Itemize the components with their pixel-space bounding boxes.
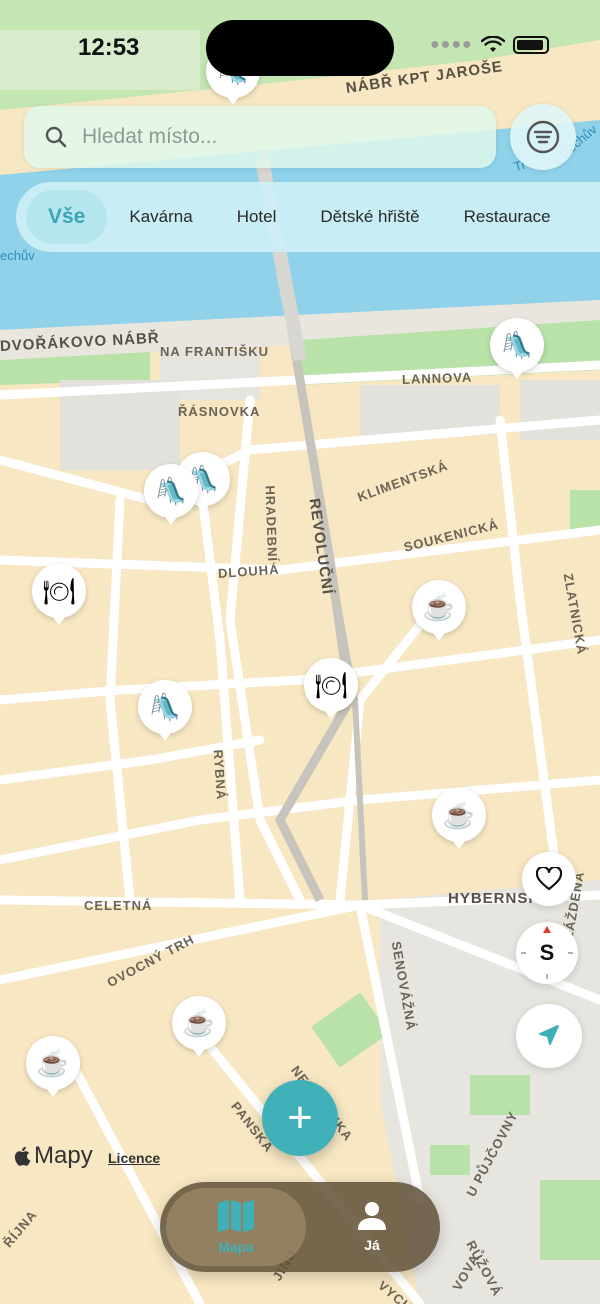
maps-attribution: Mapy [14, 1142, 93, 1170]
map-icon [218, 1200, 254, 1232]
battery-icon [512, 36, 549, 54]
plus-icon: + [287, 1093, 313, 1142]
tab-bar: Mapa Já [160, 1182, 440, 1272]
cafe-pin[interactable]: ☕ [432, 788, 486, 849]
search-icon [45, 126, 67, 148]
street-label: NA FRANTIŠKU [160, 344, 270, 359]
cafe-pin[interactable]: ☕ [26, 1036, 80, 1097]
favorites-button[interactable] [522, 852, 576, 906]
location-arrow-icon [539, 1025, 559, 1045]
heart-icon [536, 867, 562, 891]
filter-icon [526, 120, 560, 154]
search-input[interactable]: Hledat místo... [82, 125, 217, 149]
cafe-pin[interactable]: ☕ [172, 996, 226, 1057]
compass-icon [521, 926, 573, 979]
category-chip-cafe[interactable]: Kavárna [107, 190, 214, 244]
cafe-pin[interactable]: ☕ [412, 580, 466, 641]
apple-logo-icon [14, 1146, 31, 1166]
tab-map[interactable]: Mapa [166, 1188, 306, 1266]
add-place-button[interactable]: + [262, 1080, 338, 1156]
licence-link[interactable]: Licence [108, 1150, 160, 1166]
restaurant-pin[interactable]: 🍽 [32, 564, 86, 625]
compass-button[interactable]: S [516, 922, 578, 984]
status-icons: ●●●● [430, 36, 549, 54]
water-label: echův [0, 248, 35, 263]
street-label: CELETNÁ [84, 898, 153, 913]
street-label: LANNOVA [401, 369, 473, 387]
restaurant-pin[interactable]: 🍽 [304, 658, 358, 719]
wifi-icon [480, 36, 505, 52]
maps-brand: Mapy [34, 1142, 93, 1169]
playground-pin[interactable]: 🛝 [490, 318, 544, 379]
person-icon [358, 1202, 386, 1230]
filter-button[interactable] [510, 104, 576, 170]
tab-me[interactable]: Já [310, 1188, 434, 1266]
category-chip-playground[interactable]: Dětské hřiště [298, 190, 441, 244]
street-label: HRADEBNÍ [262, 485, 281, 563]
category-filter-bar: Vše Kavárna Hotel Dětské hřiště Restaura… [16, 182, 600, 252]
street-label: ŘÁSNOVKA [178, 404, 261, 419]
playground-pin[interactable]: 🛝 [144, 464, 198, 525]
dynamic-island [206, 20, 394, 76]
tab-map-label: Mapa [218, 1239, 254, 1255]
tab-me-label: Já [364, 1237, 380, 1253]
category-chip-hotel[interactable]: Hotel [215, 190, 299, 244]
search-bar[interactable]: Hledat místo... [24, 106, 496, 168]
playground-pin[interactable]: 🛝 [138, 680, 192, 741]
locate-me-button[interactable] [516, 1004, 582, 1068]
signal-icon: ●●●● [430, 36, 473, 53]
category-chip-all[interactable]: Vše [26, 190, 108, 244]
category-chip-restaurant[interactable]: Restaurace [442, 190, 573, 244]
status-time: 12:53 [78, 34, 140, 61]
